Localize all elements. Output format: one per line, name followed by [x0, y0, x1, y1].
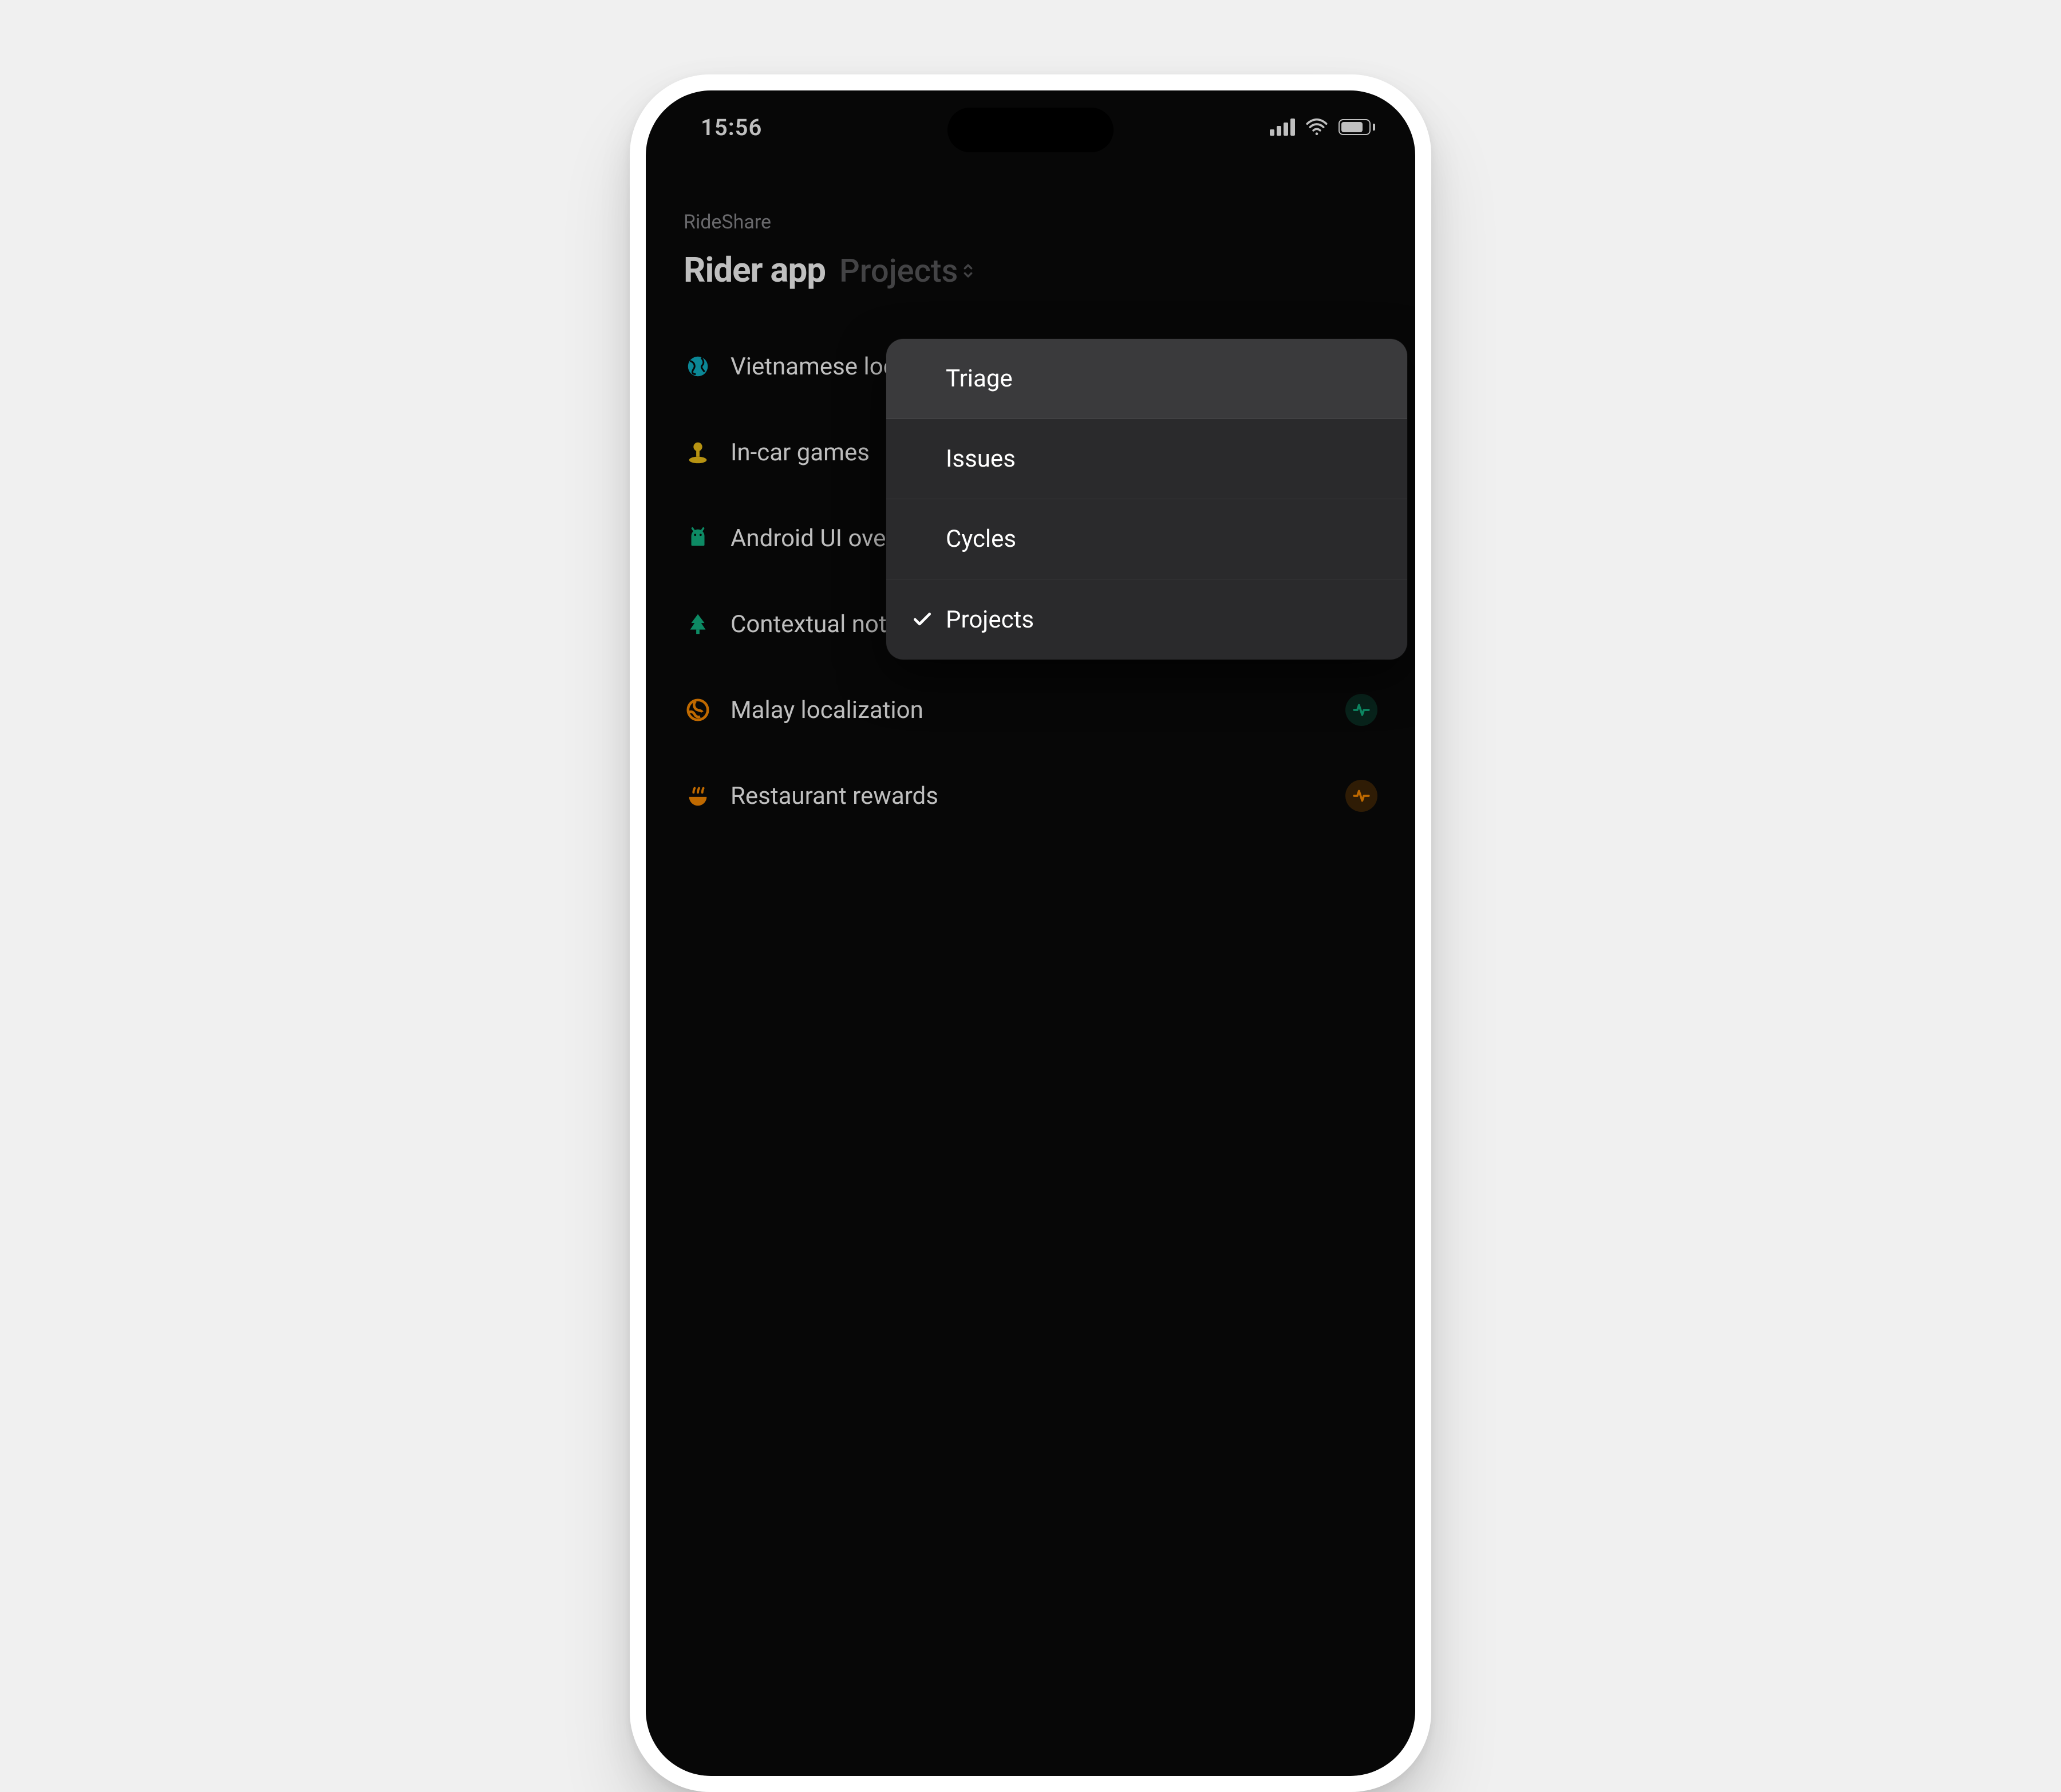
menu-item-cycles[interactable]: Cycles: [886, 499, 1407, 579]
menu-item-triage[interactable]: Triage: [886, 339, 1407, 419]
menu-item-projects[interactable]: Projects: [886, 579, 1407, 660]
phone-frame: 15:56: [630, 74, 1431, 1792]
menu-item-label: Issues: [946, 445, 1016, 473]
view-menu: Triage Issues Cycles Projects: [886, 339, 1407, 660]
menu-item-issues[interactable]: Issues: [886, 419, 1407, 499]
check-icon: [911, 609, 933, 630]
menu-item-label: Cycles: [946, 525, 1016, 553]
phone-screen: 15:56: [646, 90, 1415, 1776]
menu-item-label: Projects: [946, 606, 1034, 634]
menu-item-label: Triage: [946, 365, 1013, 393]
